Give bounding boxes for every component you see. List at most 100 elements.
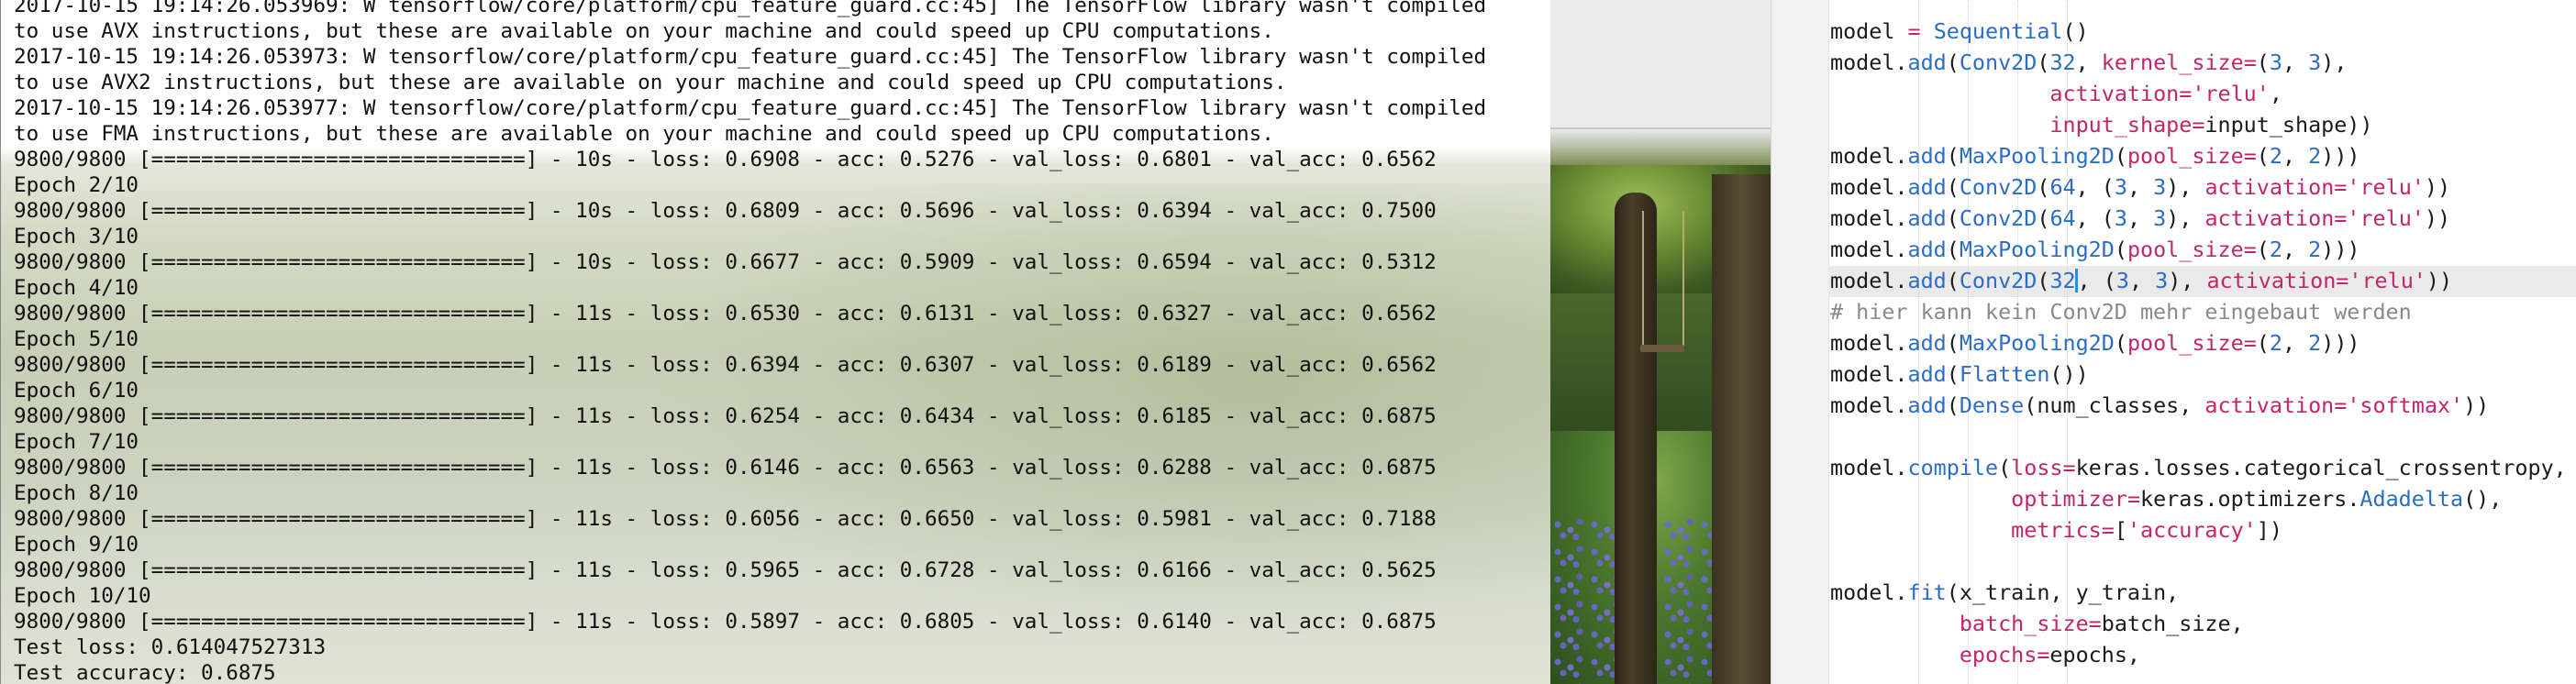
code-line[interactable]: model.add(Conv2D(32, (3, 3), activation=…	[1830, 265, 2567, 296]
code-token: =	[2062, 455, 2076, 480]
code-token: 3	[2153, 205, 2167, 231]
code-token: (	[1946, 174, 1960, 200]
code-token: batch_size,	[2101, 611, 2244, 636]
code-token: model.	[1830, 174, 1908, 200]
code-token: Dense	[1959, 392, 2025, 418]
terminal-line: Epoch 4/10	[14, 276, 139, 300]
code-token: 2	[2308, 237, 2322, 262]
code-token: (	[2256, 50, 2270, 75]
terminal-line: to use FMA instructions, but these are a…	[14, 122, 1274, 146]
code-token: =	[2243, 50, 2257, 75]
terminal-line: to use AVX2 instructions, but these are …	[14, 71, 1287, 94]
code-token: epochs,	[2049, 642, 2140, 667]
code-token: =	[2334, 205, 2348, 231]
code-token: =	[2179, 81, 2193, 106]
code-token: add	[1907, 268, 1947, 293]
code-token: ,	[2282, 143, 2309, 169]
code-line[interactable]: metrics=['accuracy'])	[1830, 514, 2567, 546]
terminal-line: 9800/9800 [=============================…	[14, 199, 1437, 223]
code-token: batch_size	[1959, 611, 2089, 636]
code-token: Conv2D	[1959, 50, 2037, 75]
code-token: 2	[2308, 330, 2322, 356]
code-token: (	[2037, 174, 2050, 200]
code-line[interactable]: optimizer=keras.optimizers.Adadelta(),	[1830, 483, 2567, 514]
code-token: add	[1907, 237, 1947, 262]
code-line[interactable]	[1830, 546, 2567, 577]
code-token: =	[2126, 486, 2140, 512]
code-token: activation	[2204, 392, 2335, 418]
terminal-line: Epoch 9/10	[14, 533, 139, 557]
code-token: model	[1830, 18, 1908, 44]
code-token: model.	[1830, 50, 1908, 75]
code-content[interactable]: model = Sequential() model.add(Conv2D(32,…	[1830, 16, 2567, 670]
code-token: model.	[1830, 143, 1908, 169]
code-token: loss	[2011, 455, 2063, 480]
terminal-line: 9800/9800 [=============================…	[14, 353, 1437, 377]
code-line[interactable]: model.add(Dense(num_classes, activation=…	[1830, 390, 2567, 421]
code-token: ,	[2282, 50, 2309, 75]
code-token: =	[2101, 517, 2115, 543]
code-token: activation	[2204, 205, 2335, 231]
code-token: Conv2D	[1959, 205, 2037, 231]
code-token: ])	[2256, 517, 2282, 543]
code-token: 3	[2114, 205, 2127, 231]
wallpaper-swing-seat	[1640, 345, 1684, 352]
code-token: (),	[2463, 486, 2503, 512]
code-editor[interactable]: model = Sequential() model.add(Conv2D(32,…	[1771, 0, 2576, 684]
code-token: ))	[2424, 205, 2451, 231]
code-token: [	[2114, 517, 2127, 543]
code-line[interactable]: model.add(Conv2D(64, (3, 3), activation=…	[1830, 171, 2567, 203]
code-line[interactable]: model.add(Conv2D(64, (3, 3), activation=…	[1830, 203, 2567, 234]
code-line[interactable]	[1830, 421, 2567, 452]
code-token: model.	[1830, 392, 1908, 418]
code-line[interactable]: input_shape=input_shape))	[1830, 109, 2567, 140]
code-token: fit	[1907, 579, 1947, 605]
code-token: 64	[2049, 205, 2076, 231]
divider	[1550, 127, 1771, 129]
code-token: optimizer	[2011, 486, 2127, 512]
code-token: model.	[1830, 205, 1908, 231]
code-token: input_shape))	[2204, 112, 2373, 138]
code-token: , (	[2077, 268, 2116, 293]
code-token: 'softmax'	[2347, 392, 2464, 418]
code-token: ()	[2062, 18, 2089, 44]
code-line[interactable]: model.add(Flatten())	[1830, 359, 2567, 390]
terminal-line: 9800/9800 [=============================…	[14, 250, 1437, 274]
wallpaper-swing-rope	[1642, 211, 1644, 348]
code-token: 3	[2308, 50, 2322, 75]
code-line[interactable]: model.add(MaxPooling2D(pool_size=(2, 2))…	[1830, 327, 2567, 359]
code-token: model.	[1830, 579, 1908, 605]
code-line[interactable]: activation='relu',	[1830, 78, 2567, 109]
terminal-line: 2017-10-15 19:14:26.053969: W tensorflow…	[14, 0, 1487, 17]
code-line[interactable]: model.add(Conv2D(32, kernel_size=(3, 3),	[1830, 47, 2567, 78]
code-token: activation	[2049, 81, 2180, 106]
code-line[interactable]: model = Sequential()	[1830, 16, 2567, 47]
code-line[interactable]: model.add(MaxPooling2D(pool_size=(2, 2))…	[1830, 140, 2567, 171]
code-line[interactable]: model.fit(x_train, y_train,	[1830, 577, 2567, 608]
code-token: =	[2334, 392, 2348, 418]
code-token: model.	[1830, 330, 1908, 356]
terminal-window[interactable]: 2017-10-15 19:14:26.053969: W tensorflow…	[0, 0, 1551, 684]
code-line[interactable]: # hier kann kein Conv2D mehr eingebaut w…	[1830, 296, 2567, 327]
code-token: 2	[2308, 143, 2322, 169]
wallpaper-tree-trunk	[1615, 193, 1657, 684]
code-token: =	[2243, 237, 2257, 262]
code-line[interactable]: model.compile(loss=keras.losses.categori…	[1830, 452, 2567, 483]
code-token: 'relu'	[2347, 205, 2425, 231]
code-token: ),	[2321, 50, 2348, 75]
terminal-line: 9800/9800 [=============================…	[14, 404, 1437, 428]
code-line[interactable]: epochs=epochs,	[1830, 639, 2567, 670]
code-line[interactable]: batch_size=batch_size,	[1830, 608, 2567, 639]
code-token: ),	[2166, 174, 2205, 200]
code-token: 'relu'	[2347, 174, 2425, 200]
code-line[interactable]: model.add(MaxPooling2D(pool_size=(2, 2))…	[1830, 234, 2567, 265]
code-token: (	[1946, 361, 1960, 387]
code-token: ,	[2282, 330, 2309, 356]
code-token: add	[1907, 174, 1947, 200]
terminal-output: 2017-10-15 19:14:26.053969: W tensorflow…	[14, 0, 1486, 684]
code-token: )))	[2321, 143, 2360, 169]
code-token: kernel_size	[2101, 50, 2244, 75]
code-token: 3	[2114, 174, 2127, 200]
